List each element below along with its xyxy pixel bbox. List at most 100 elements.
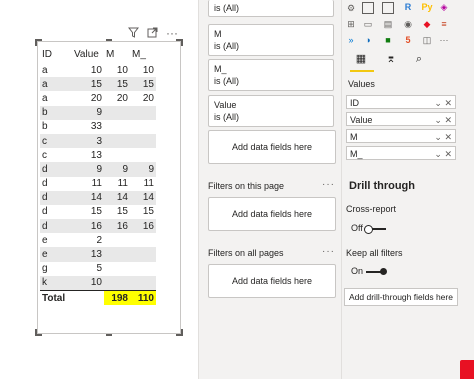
table-row[interactable]: d 15 15 15 (40, 205, 156, 219)
table-cell: 14 (72, 190, 104, 205)
cross-report-toggle-knob[interactable] (364, 225, 373, 234)
smart-narrative-icon[interactable]: ◈ (438, 1, 450, 13)
table-cell: 15 (116, 206, 128, 218)
table-row[interactable]: c3 (40, 133, 156, 149)
chevron-down-close-icon[interactable]: ⌄ ✕ (434, 96, 452, 110)
table-row[interactable]: d 16 16 16 (40, 219, 156, 234)
matrix-visual-icon[interactable] (382, 2, 394, 14)
table-cell: 16 (72, 219, 104, 234)
table-cell: 14 (104, 190, 130, 205)
values-well-m-underscore[interactable]: M_ ⌄ ✕ (346, 146, 456, 160)
table-cell: b (42, 121, 48, 133)
filter-icon[interactable] (127, 27, 140, 41)
table-row[interactable]: b9 (40, 105, 156, 120)
more-options-icon[interactable]: ··· (322, 246, 335, 257)
add-report-filter-drop-zone[interactable]: Add data fields here (208, 264, 336, 298)
table-cell: 20 (90, 92, 102, 104)
resize-handle[interactable] (35, 329, 42, 336)
key-influencers-icon[interactable]: ⚙ (345, 2, 357, 14)
keep-all-filters-toggle-knob[interactable] (380, 268, 387, 275)
decomposition-tree-icon[interactable]: ⊞ (345, 18, 357, 30)
more-options-icon[interactable]: ··· (322, 179, 335, 190)
table-cell: a (42, 92, 48, 104)
table-cell (104, 275, 130, 291)
total-label: Total (40, 290, 72, 305)
gantt-icon[interactable]: ≡ (438, 18, 450, 30)
values-well-m[interactable]: M ⌄ ✕ (346, 129, 456, 143)
filter-card-m-underscore[interactable]: M_ is (All) (208, 59, 334, 91)
table-row[interactable]: k 10 (40, 275, 156, 291)
notification-icon[interactable] (460, 360, 474, 379)
keep-all-filters-state: On (351, 266, 364, 276)
well-label: Value (350, 115, 373, 125)
custom-visual-icon[interactable]: ◫ (421, 34, 433, 46)
power-automate-icon[interactable]: » (345, 34, 357, 46)
table-cell: 13 (72, 247, 104, 262)
table-visual-icon[interactable] (362, 2, 374, 14)
table-row[interactable]: e 13 (40, 247, 156, 262)
add-visual-filter-drop-zone[interactable]: Add data fields here (208, 130, 336, 164)
column-header-id[interactable]: ID (40, 45, 72, 63)
focus-mode-icon[interactable] (147, 27, 158, 41)
values-well-value[interactable]: Value ⌄ ✕ (346, 112, 456, 126)
table-row[interactable]: a 15 15 15 (40, 77, 156, 92)
table-cell (104, 133, 130, 149)
resize-handle[interactable] (176, 39, 183, 46)
column-header-m-underscore[interactable]: M_ (130, 45, 156, 63)
r-visual-icon[interactable]: R (402, 1, 414, 13)
table-cell: d (40, 219, 72, 234)
table-cell: 3 (72, 133, 104, 149)
excel-icon[interactable]: ■ (382, 34, 394, 46)
column-header-m[interactable]: M (104, 45, 130, 63)
get-more-visuals-icon[interactable]: ··· (438, 34, 450, 46)
more-options-icon[interactable]: ··· (166, 27, 178, 39)
table-row[interactable]: c 13 (40, 148, 156, 162)
chevron-down-close-icon[interactable]: ⌄ ✕ (434, 113, 452, 127)
table-cell: 14 (130, 190, 156, 205)
format-paint-roller-icon[interactable]: ⌆ (384, 53, 398, 67)
table-cell (130, 120, 156, 134)
table-cell: 11 (117, 178, 128, 190)
table-cell: 20 (116, 92, 128, 104)
shape-map-icon[interactable]: ◉ (402, 18, 414, 30)
fields-tab-icon[interactable]: ▦ (354, 53, 368, 67)
table-row[interactable]: b 33 (40, 120, 156, 134)
html-visual-icon[interactable]: 5 (402, 34, 414, 46)
table-cell: 11 (91, 178, 102, 190)
table-cell (130, 233, 156, 247)
chevron-down-close-icon[interactable]: ⌄ ✕ (434, 130, 452, 144)
table-row[interactable]: d 14 14 14 (40, 190, 156, 205)
filters-pane: is (All) M is (All) M_ is (All) Value is… (198, 0, 342, 379)
filter-card-m[interactable]: M is (All) (208, 24, 334, 56)
paginated-report-icon[interactable]: ▤ (382, 18, 394, 30)
table-cell (130, 262, 156, 276)
table-row[interactable]: d999 (40, 162, 156, 177)
resize-handle[interactable] (106, 329, 112, 336)
table-cell: 11 (143, 178, 154, 190)
filter-card-id[interactable]: is (All) (208, 0, 334, 17)
values-well-id[interactable]: ID ⌄ ✕ (346, 95, 456, 109)
azure-map-icon[interactable]: ◑ (362, 34, 374, 46)
table-cell: e (40, 247, 72, 262)
cross-report-label: Cross-report (346, 204, 397, 214)
python-visual-icon[interactable]: Py (421, 1, 433, 13)
add-drill-through-fields-drop-zone[interactable]: Add drill-through fields here (344, 288, 458, 306)
resize-handle[interactable] (176, 329, 183, 336)
table-row[interactable]: e2 (40, 233, 156, 247)
table-row[interactable]: d 11 11 11 (40, 177, 156, 191)
table-row[interactable]: a 20 20 20 (40, 91, 156, 105)
table-cell: c (40, 133, 72, 149)
table-cell (130, 148, 156, 162)
table-cell: 15 (130, 77, 156, 92)
add-page-filter-drop-zone[interactable]: Add data fields here (208, 197, 336, 231)
table-row[interactable]: g5 (40, 262, 156, 276)
table-cell (104, 148, 130, 162)
analytics-magnifier-icon[interactable]: ⌕ (412, 53, 426, 67)
filter-card-value[interactable]: Value is (All) (208, 95, 334, 127)
chevron-down-close-icon[interactable]: ⌄ ✕ (434, 147, 452, 161)
power-apps-icon[interactable]: ◆ (421, 18, 433, 30)
qna-icon[interactable]: ▭ (362, 18, 374, 30)
table-cell: d (40, 190, 72, 205)
column-header-value[interactable]: Value (72, 45, 104, 63)
table-row[interactable]: a 10 10 10 (40, 63, 156, 77)
